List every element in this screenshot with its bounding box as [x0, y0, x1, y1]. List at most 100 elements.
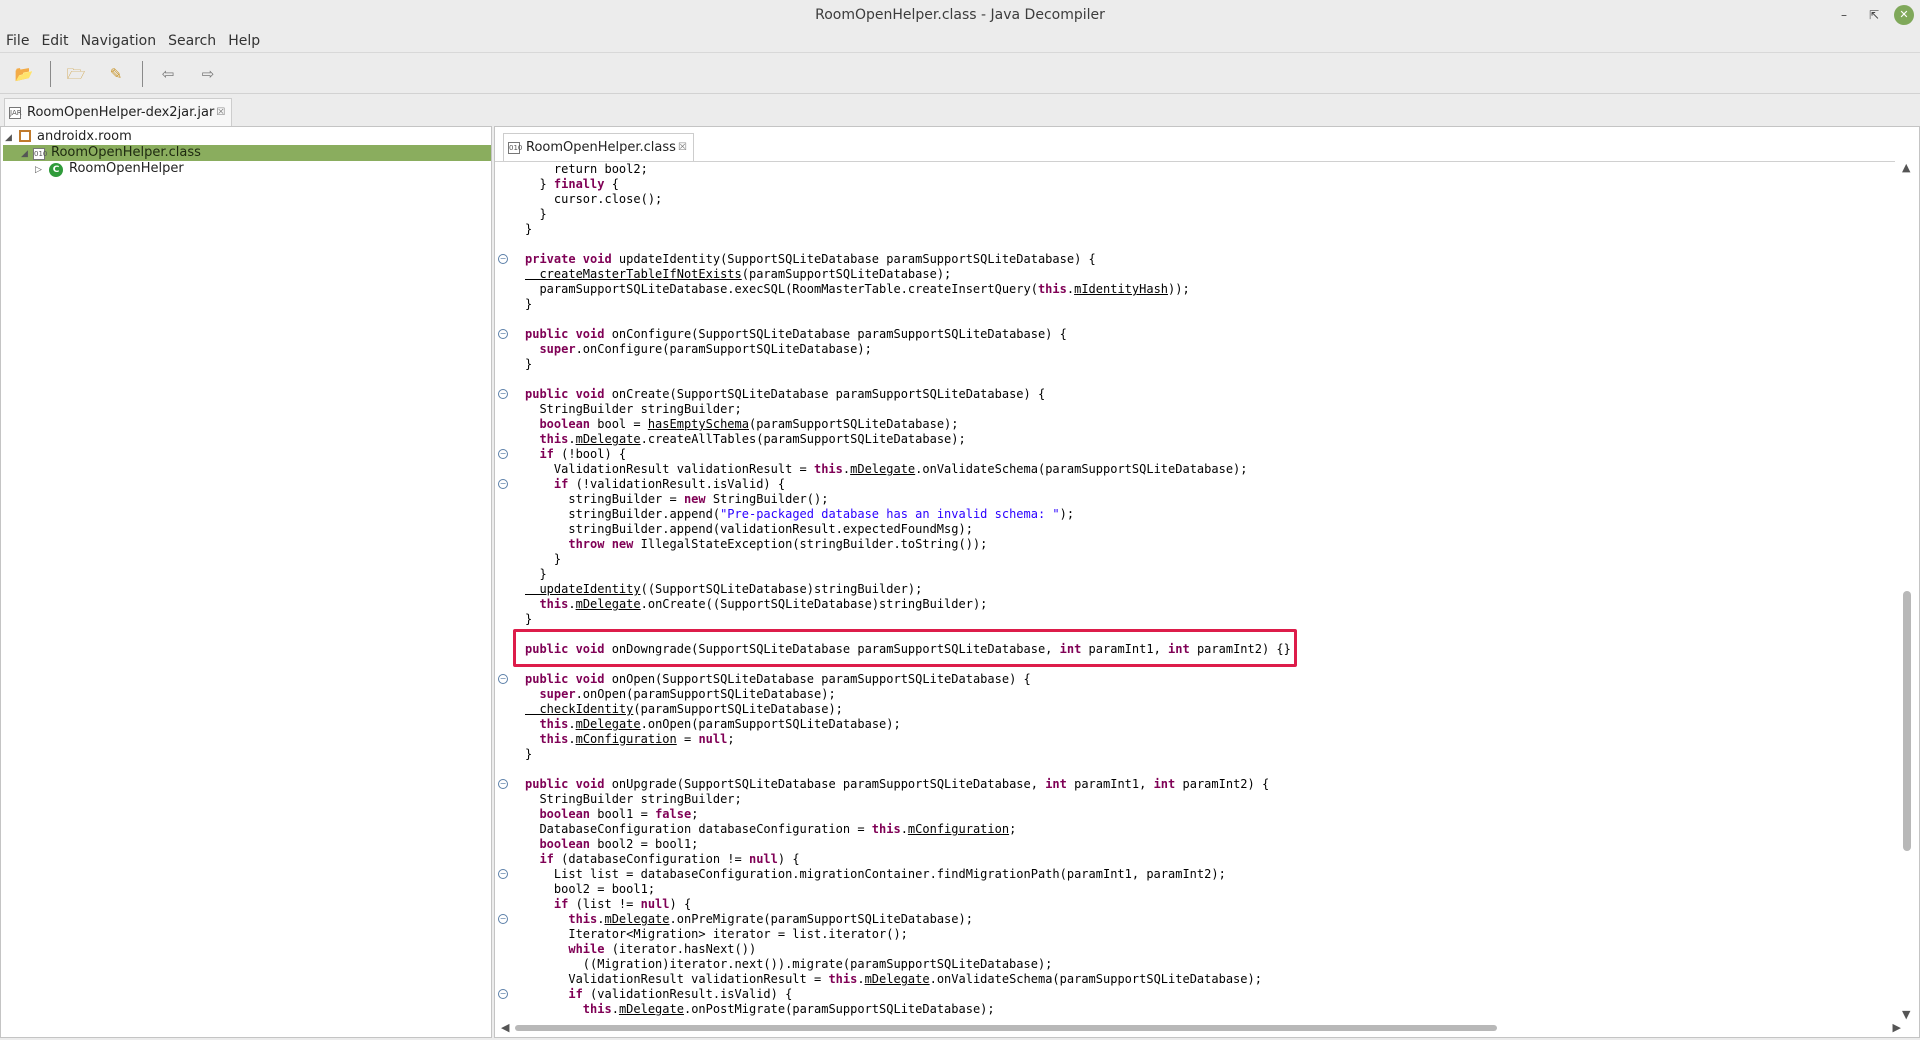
menu-file[interactable]: File — [0, 30, 35, 52]
close-icon[interactable]: ☒ — [216, 107, 225, 118]
collapse-icon[interactable]: ◢ — [5, 130, 17, 146]
code-token: } — [525, 612, 533, 626]
code-keyword: null — [640, 897, 670, 911]
code-keyword: null — [748, 852, 778, 866]
code-reference[interactable]: hasEmptySchema — [648, 417, 749, 431]
tree-file-label: RoomOpenHelper.class — [51, 145, 201, 160]
code-reference[interactable]: checkIdentity — [525, 702, 633, 716]
folder-open-icon[interactable]: 📂 — [12, 62, 36, 86]
menu-help[interactable]: Help — [222, 30, 266, 52]
code-line: super.onOpen(paramSupportSQLiteDatabase)… — [525, 687, 836, 702]
jar-file-icon: JAR — [9, 106, 22, 119]
minimize-icon[interactable]: – — [1834, 5, 1854, 25]
code-keyword: throw new — [525, 537, 634, 551]
code-token: = — [676, 732, 699, 746]
fold-icon[interactable]: − — [498, 674, 508, 684]
code-reference[interactable]: mDelegate — [576, 717, 641, 731]
restore-icon[interactable]: ⇱ — [1864, 5, 1884, 25]
code-keyword: int — [1153, 777, 1176, 791]
code-keyword: null — [698, 732, 728, 746]
code-line: public void onCreate(SupportSQLiteDataba… — [525, 387, 1045, 402]
open-type-icon[interactable]: 🗁 — [64, 62, 88, 86]
code-reference[interactable]: mConfiguration — [576, 732, 677, 746]
arrow-left-icon[interactable]: ⇦ — [156, 62, 180, 86]
code-reference[interactable]: updateIdentity — [525, 582, 640, 596]
menu-navigation[interactable]: Navigation — [75, 30, 163, 52]
code-token: .onValidateSchema(paramSupportSQLiteData… — [915, 462, 1248, 476]
menu-search[interactable]: Search — [162, 30, 222, 52]
code-line: } — [525, 297, 532, 312]
menu-edit[interactable]: Edit — [35, 30, 74, 52]
code-token: .createAllTables(paramSupportSQLiteDatab… — [640, 432, 966, 446]
search-icon[interactable]: ✎ — [104, 62, 128, 86]
fold-icon[interactable]: − — [498, 479, 508, 489]
toolbar-separator — [142, 61, 143, 87]
arrow-right-icon[interactable]: ⇨ — [196, 62, 220, 86]
title-bar: RoomOpenHelper.class - Java Decompiler –… — [0, 0, 1920, 30]
fold-icon[interactable]: − — [498, 389, 508, 399]
fold-icon[interactable]: − — [498, 779, 508, 789]
code-line: } — [525, 552, 561, 567]
class-icon: C — [49, 163, 63, 177]
horizontal-scroll-thumb[interactable] — [515, 1025, 1497, 1031]
close-window-icon[interactable]: ✕ — [1894, 5, 1914, 25]
code-token: onUpgrade(SupportSQLiteDatabase paramSup… — [604, 777, 1046, 791]
code-view[interactable]: return bool2; } finally { cursor.close()… — [495, 161, 1895, 1017]
vertical-scrollbar[interactable]: ▲ ▼ — [1899, 161, 1915, 1021]
tree-item-class[interactable]: ▷ C RoomOpenHelper — [35, 161, 184, 177]
code-keyword: if — [525, 987, 583, 1001]
fold-icon[interactable]: − — [498, 329, 508, 339]
code-token: .onOpen(paramSupportSQLiteDatabase); — [575, 687, 836, 701]
vertical-scroll-thumb[interactable] — [1903, 591, 1911, 851]
code-token: updateIdentity(SupportSQLiteDatabase par… — [611, 252, 1096, 266]
horizontal-scrollbar[interactable]: ◀ ▶ — [501, 1019, 1901, 1035]
fold-icon[interactable]: − — [498, 989, 508, 999]
code-reference[interactable]: mDelegate — [576, 597, 641, 611]
code-line: stringBuilder = new StringBuilder(); — [525, 492, 828, 507]
scroll-up-icon[interactable]: ▲ — [1902, 161, 1910, 174]
code-token: . — [857, 972, 865, 986]
code-reference[interactable]: mDelegate — [619, 1002, 684, 1016]
code-token: } — [525, 357, 533, 371]
code-token: (list != — [568, 897, 641, 911]
tree-item-package[interactable]: ◢ androidx.room — [5, 129, 132, 145]
code-line: boolean bool = hasEmptySchema(paramSuppo… — [525, 417, 958, 432]
expand-icon[interactable]: ▷ — [35, 162, 47, 178]
code-reference[interactable]: mDelegate — [576, 432, 641, 446]
code-token: ValidationResult validationResult = — [525, 972, 829, 986]
code-reference[interactable]: mDelegate — [850, 462, 915, 476]
code-line: updateIdentity((SupportSQLiteDatabase)st… — [525, 582, 922, 597]
code-reference[interactable]: mIdentityHash — [1074, 282, 1168, 296]
tab-class-file[interactable]: 010 RoomOpenHelper.class ☒ — [503, 133, 694, 161]
tree-item-class-file[interactable]: ◢ 010 RoomOpenHelper.class — [3, 145, 491, 161]
close-icon[interactable]: ☒ — [678, 142, 687, 153]
code-token: bool = — [590, 417, 648, 431]
code-token: DatabaseConfiguration databaseConfigurat… — [525, 822, 872, 836]
fold-icon[interactable]: − — [498, 914, 508, 924]
code-reference[interactable]: createMasterTableIfNotExists — [525, 267, 741, 281]
scroll-down-icon[interactable]: ▼ — [1902, 1008, 1910, 1021]
scroll-left-icon[interactable]: ◀ — [501, 1021, 509, 1034]
collapse-icon[interactable]: ◢ — [21, 146, 33, 162]
code-token: (iterator.hasNext()) — [604, 942, 757, 956]
scroll-right-icon[interactable]: ▶ — [1893, 1021, 1901, 1034]
code-token: (paramSupportSQLiteDatabase); — [741, 267, 952, 281]
fold-icon[interactable]: − — [498, 869, 508, 879]
code-token: cursor.close(); — [525, 192, 663, 206]
code-token: ((SupportSQLiteDatabase)stringBuilder); — [640, 582, 923, 596]
code-reference[interactable]: mDelegate — [865, 972, 930, 986]
code-reference[interactable]: mDelegate — [604, 912, 669, 926]
code-reference[interactable]: mConfiguration — [908, 822, 1009, 836]
code-keyword: this — [525, 732, 569, 746]
code-token: ; — [691, 807, 699, 821]
code-keyword: int — [1045, 777, 1067, 791]
tab-jar-file[interactable]: JAR RoomOpenHelper-dex2jar.jar ☒ — [4, 98, 233, 126]
code-line: } finally { — [525, 177, 619, 192]
code-line: ValidationResult validationResult = this… — [525, 972, 1262, 987]
code-keyword: if — [525, 477, 569, 491]
fold-icon[interactable]: − — [498, 254, 508, 264]
code-token: (!bool) { — [553, 447, 627, 461]
code-line: } — [525, 567, 546, 582]
code-line: stringBuilder.append("Pre-packaged datab… — [525, 507, 1074, 522]
fold-icon[interactable]: − — [498, 449, 508, 459]
